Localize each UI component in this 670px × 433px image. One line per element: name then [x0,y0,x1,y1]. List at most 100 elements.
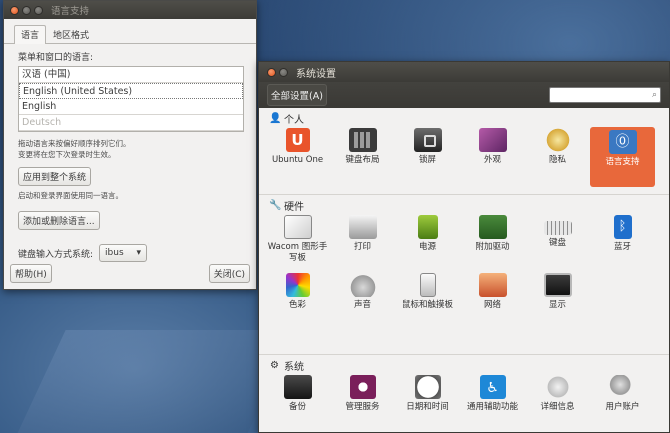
additional-drivers-icon [478,215,507,239]
settings-item-accessibility[interactable]: 通用辅助功能 [460,372,525,413]
settings-item-power[interactable]: 电源 [395,212,460,264]
hint-line: 变更将在您下次登录时生效。 [18,150,116,159]
settings-item-backup[interactable]: 备份 [265,372,330,413]
language-support-window: 语言支持 语言 地区格式 菜单和窗口的语言: 汉语 (中国) English (… [3,0,257,290]
section-header: 👤 个人 [259,108,669,126]
section-header: ⚙ 系统 [259,355,669,373]
system-settings-window: 系统设置 全部设置(A) ⌕ 👤 个人 Ubuntu One 键盘布局 锁屏 外… [258,61,670,433]
settings-item-appearance[interactable]: 外观 [460,125,525,187]
settings-item-color[interactable]: 色彩 [265,270,330,311]
settings-item-keyboard-layout[interactable]: 键盘布局 [330,125,395,187]
item-label: 鼠标和触摸板 [401,300,453,310]
settings-item-sound[interactable]: 声音 [330,270,395,311]
input-method-select[interactable]: ibus ▾ [99,244,148,262]
item-label: 通用辅助功能 [466,402,518,412]
mouse-icon [419,273,436,297]
input-method-row: 键盘输入方式系统: ibus ▾ [18,244,242,262]
settings-item-additional-drivers[interactable]: 附加驱动 [460,212,525,264]
minimize-window-icon[interactable] [279,67,288,77]
list-item[interactable]: Deutsch [19,115,243,131]
all-settings-button[interactable]: 全部设置(A) [267,84,327,106]
item-label: 网络 [483,300,501,310]
settings-item-lock-screen[interactable]: 锁屏 [395,125,460,187]
settings-item-ubuntu-one[interactable]: Ubuntu One [265,125,330,187]
desktop-wallpaper [14,330,296,433]
tab-regional-formats[interactable]: 地区格式 [46,25,96,43]
search-icon: ⌕ [651,90,657,100]
section-header: 🔧 硬件 [259,195,669,213]
settings-window-titlebar[interactable]: 系统设置 [259,62,669,82]
input-method-value: ibus [105,248,124,258]
item-label: 蓝牙 [613,242,631,252]
printer-icon [348,215,377,239]
item-label: 键盘 [548,238,566,248]
close-window-icon[interactable] [267,67,276,77]
settings-item-privacy[interactable]: 隐私 [525,125,590,187]
keyboard-layout-icon [348,128,377,152]
menu-language-label: 菜单和窗口的语言: [18,53,94,63]
settings-item-management-service[interactable]: 管理服务 [330,372,395,413]
item-label: 电源 [418,242,436,252]
clock-icon [414,375,441,399]
list-item[interactable]: English (United States) [19,83,243,99]
tab-language[interactable]: 语言 [14,25,47,44]
section-personal: 👤 个人 Ubuntu One 键盘布局 锁屏 外观 隐私 语言支持 [259,108,669,195]
ubuntu-one-icon [285,128,310,152]
management-service-icon [349,375,376,399]
section-title: 硬件 [284,201,304,213]
item-label: 显示 [548,300,566,310]
power-icon [417,215,438,239]
language-window-titlebar[interactable]: 语言支持 [4,1,256,19]
maximize-window-icon[interactable] [34,5,43,15]
minimize-window-icon[interactable] [22,5,31,15]
hint-line: 拖动语言来按偏好顺序排列它们。 [18,139,131,148]
settings-grid: 备份 管理服务 日期和时间 通用辅助功能 详细信息 用户账户 [259,372,669,413]
item-label: 日期和时间 [406,402,449,412]
add-remove-languages-button[interactable]: 添加或删除语言... [18,211,100,230]
item-label: 声音 [353,300,371,310]
settings-item-user-accounts[interactable]: 用户账户 [590,372,655,413]
sound-icon [348,273,377,297]
network-icon [478,273,507,297]
wrench-icon: 🔧 [269,199,282,211]
item-label: 详细信息 [540,402,575,412]
settings-item-display[interactable]: 显示 [525,270,590,311]
dialog-footer: 帮助(H) 关闭(C) [10,264,250,283]
close-button[interactable]: 关闭(C) [208,264,250,283]
settings-item-language-support[interactable]: 语言支持 [590,127,655,187]
item-label: 用户账户 [605,402,640,412]
item-label: 色彩 [288,300,306,310]
appearance-icon [478,128,507,152]
tab-bar: 语言 地区格式 [4,19,256,44]
search-input[interactable]: ⌕ [549,87,661,103]
language-tab-content: 菜单和窗口的语言: 汉语 (中国) English (United States… [4,44,256,262]
list-item[interactable]: 汉语 (中国) [19,67,243,83]
settings-item-wacom[interactable]: Wacom 图形手写板 [265,212,330,264]
input-method-label: 键盘输入方式系统: [18,249,94,260]
language-list[interactable]: 汉语 (中国) English (United States) English … [18,66,244,132]
item-label: 外观 [483,155,501,165]
window-controls [10,5,43,15]
privacy-icon [543,128,572,152]
item-label: 备份 [288,402,306,412]
close-window-icon[interactable] [10,5,19,15]
list-item[interactable]: English [19,99,243,115]
color-icon [285,273,310,297]
keyboard-icon [543,221,572,235]
settings-item-bluetooth[interactable]: 蓝牙 [590,212,655,264]
settings-item-mouse-touchpad[interactable]: 鼠标和触摸板 [395,270,460,311]
section-title: 个人 [284,114,304,126]
section-hardware: 🔧 硬件 Wacom 图形手写板 打印 电源 附加驱动 键盘 蓝牙 色彩 声音 … [259,195,669,355]
settings-item-keyboard[interactable]: 键盘 [525,212,590,264]
item-label: Wacom 图形手写板 [267,242,328,263]
apply-system-wide-button[interactable]: 应用到整个系统 [18,167,92,186]
drag-hint: 拖动语言来按偏好顺序排列它们。 变更将在您下次登录时生效。 [18,138,242,160]
item-label: 锁屏 [418,155,436,165]
display-icon [543,273,572,297]
settings-item-details[interactable]: 详细信息 [525,372,590,413]
settings-item-network[interactable]: 网络 [460,270,525,311]
settings-item-date-time[interactable]: 日期和时间 [395,372,460,413]
settings-item-printing[interactable]: 打印 [330,212,395,264]
accessibility-icon [479,375,506,399]
help-button[interactable]: 帮助(H) [10,264,52,283]
